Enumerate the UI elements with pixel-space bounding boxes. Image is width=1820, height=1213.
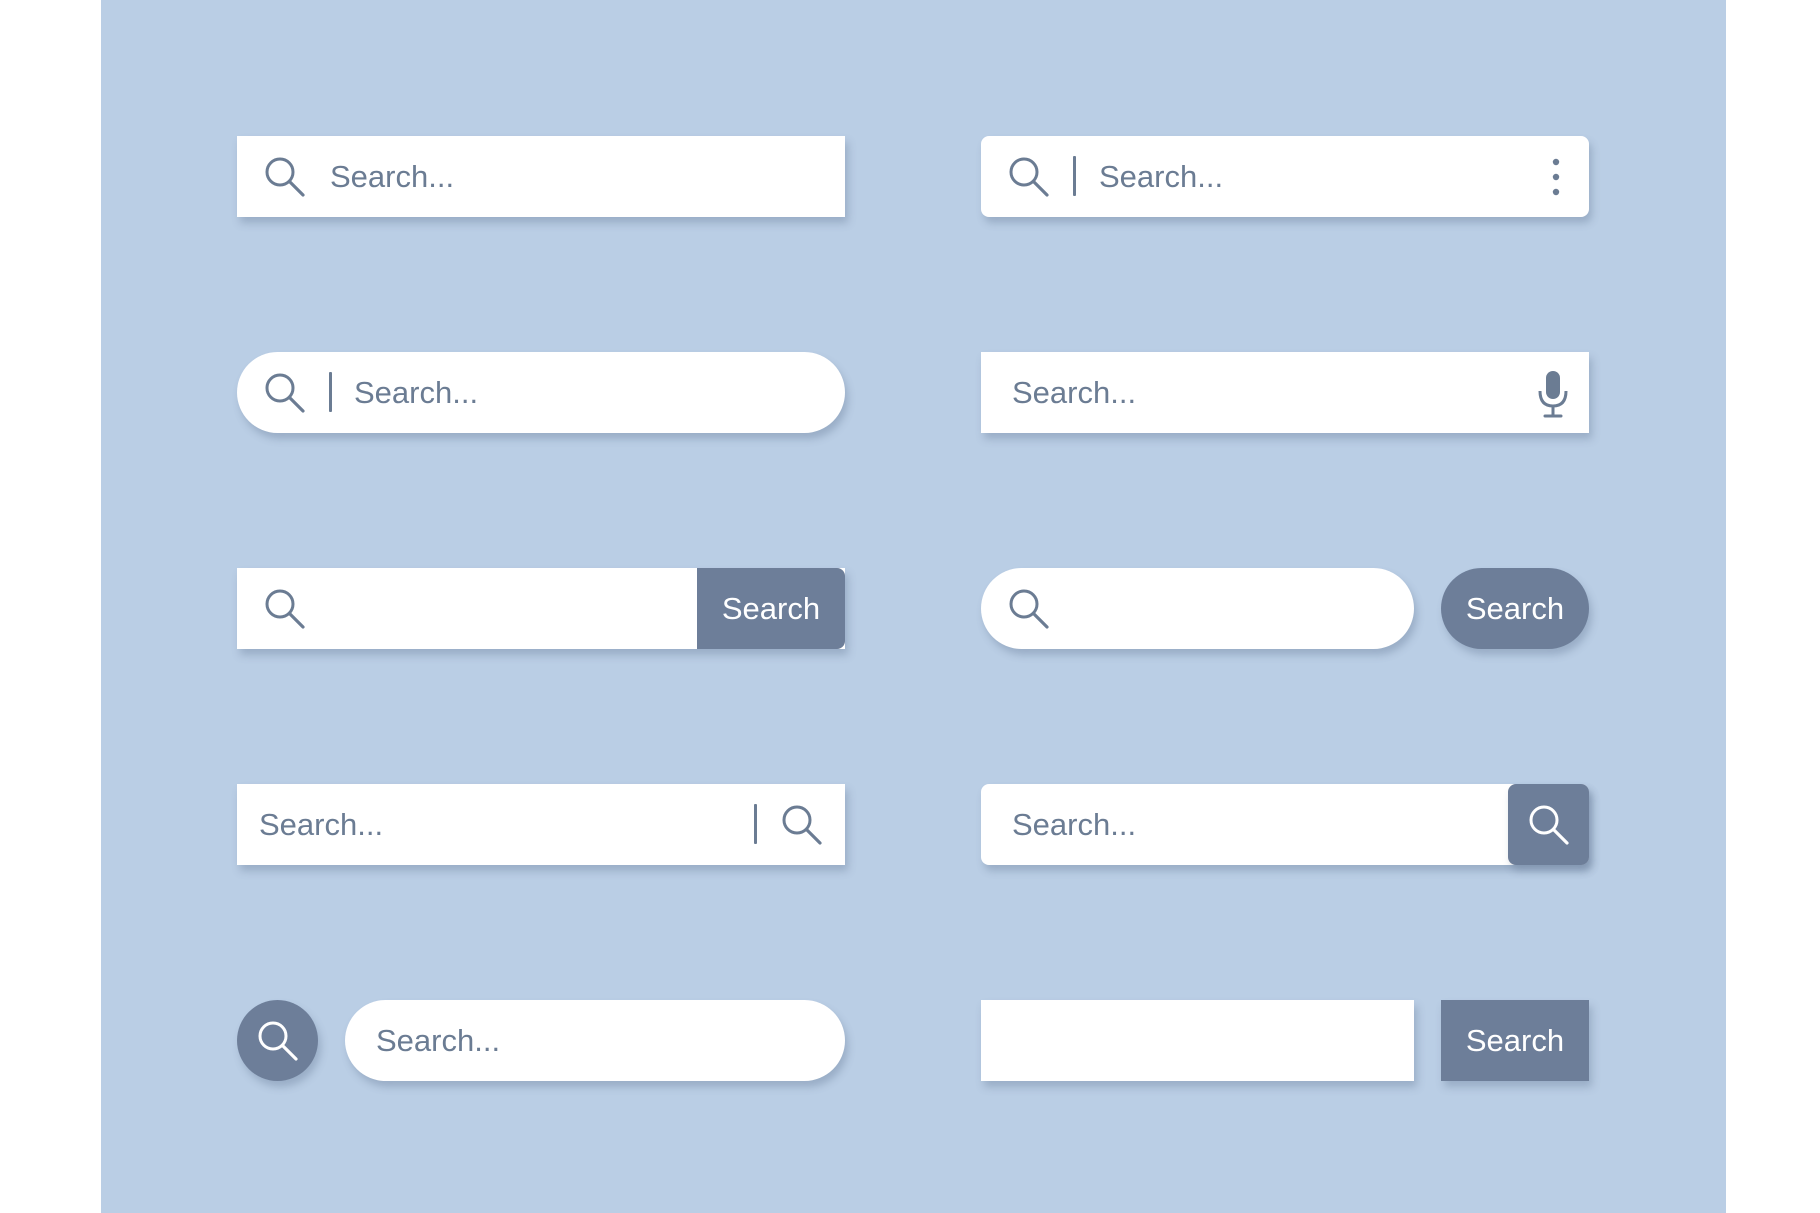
search-icon [1527, 803, 1571, 847]
search-input-placeholder[interactable]: Search... [354, 352, 478, 433]
divider [754, 804, 757, 844]
search-icon-button[interactable] [237, 1000, 318, 1081]
search-icon [1007, 587, 1051, 631]
background-panel: Search... Search... Search... Search... … [101, 0, 1726, 1213]
divider [1073, 156, 1076, 196]
search-bar-10[interactable] [981, 1000, 1414, 1081]
divider [329, 372, 332, 412]
search-bar-7[interactable]: Search... [237, 784, 845, 865]
search-bar-6[interactable] [981, 568, 1414, 649]
search-button[interactable]: Search [1441, 1000, 1589, 1081]
search-bar-2[interactable]: Search... [981, 136, 1589, 217]
search-bar-4[interactable]: Search... [981, 352, 1589, 433]
more-vertical-icon[interactable] [1551, 157, 1561, 197]
search-bar-9[interactable]: Search... [345, 1000, 845, 1081]
search-bar-5[interactable]: Search [237, 568, 845, 649]
search-icon [263, 587, 307, 631]
search-icon [263, 371, 307, 415]
search-bar-3[interactable]: Search... [237, 352, 845, 433]
search-icon [256, 1019, 300, 1063]
microphone-icon[interactable] [1536, 370, 1570, 418]
search-icon-button[interactable] [1508, 784, 1589, 865]
search-icon [263, 155, 307, 199]
search-button[interactable]: Search [1441, 568, 1589, 649]
search-icon[interactable] [780, 803, 824, 847]
search-input-placeholder[interactable]: Search... [1012, 784, 1136, 865]
search-bar-1[interactable]: Search... [237, 136, 845, 217]
search-input-placeholder[interactable]: Search... [376, 1000, 500, 1081]
search-icon [1007, 155, 1051, 199]
search-input-placeholder[interactable]: Search... [1012, 352, 1136, 433]
search-input-placeholder[interactable]: Search... [1099, 136, 1223, 217]
search-input-placeholder[interactable]: Search... [330, 136, 454, 217]
search-input-placeholder[interactable]: Search... [259, 784, 383, 865]
search-button[interactable]: Search [697, 568, 845, 649]
search-bar-8[interactable]: Search... [981, 784, 1589, 865]
